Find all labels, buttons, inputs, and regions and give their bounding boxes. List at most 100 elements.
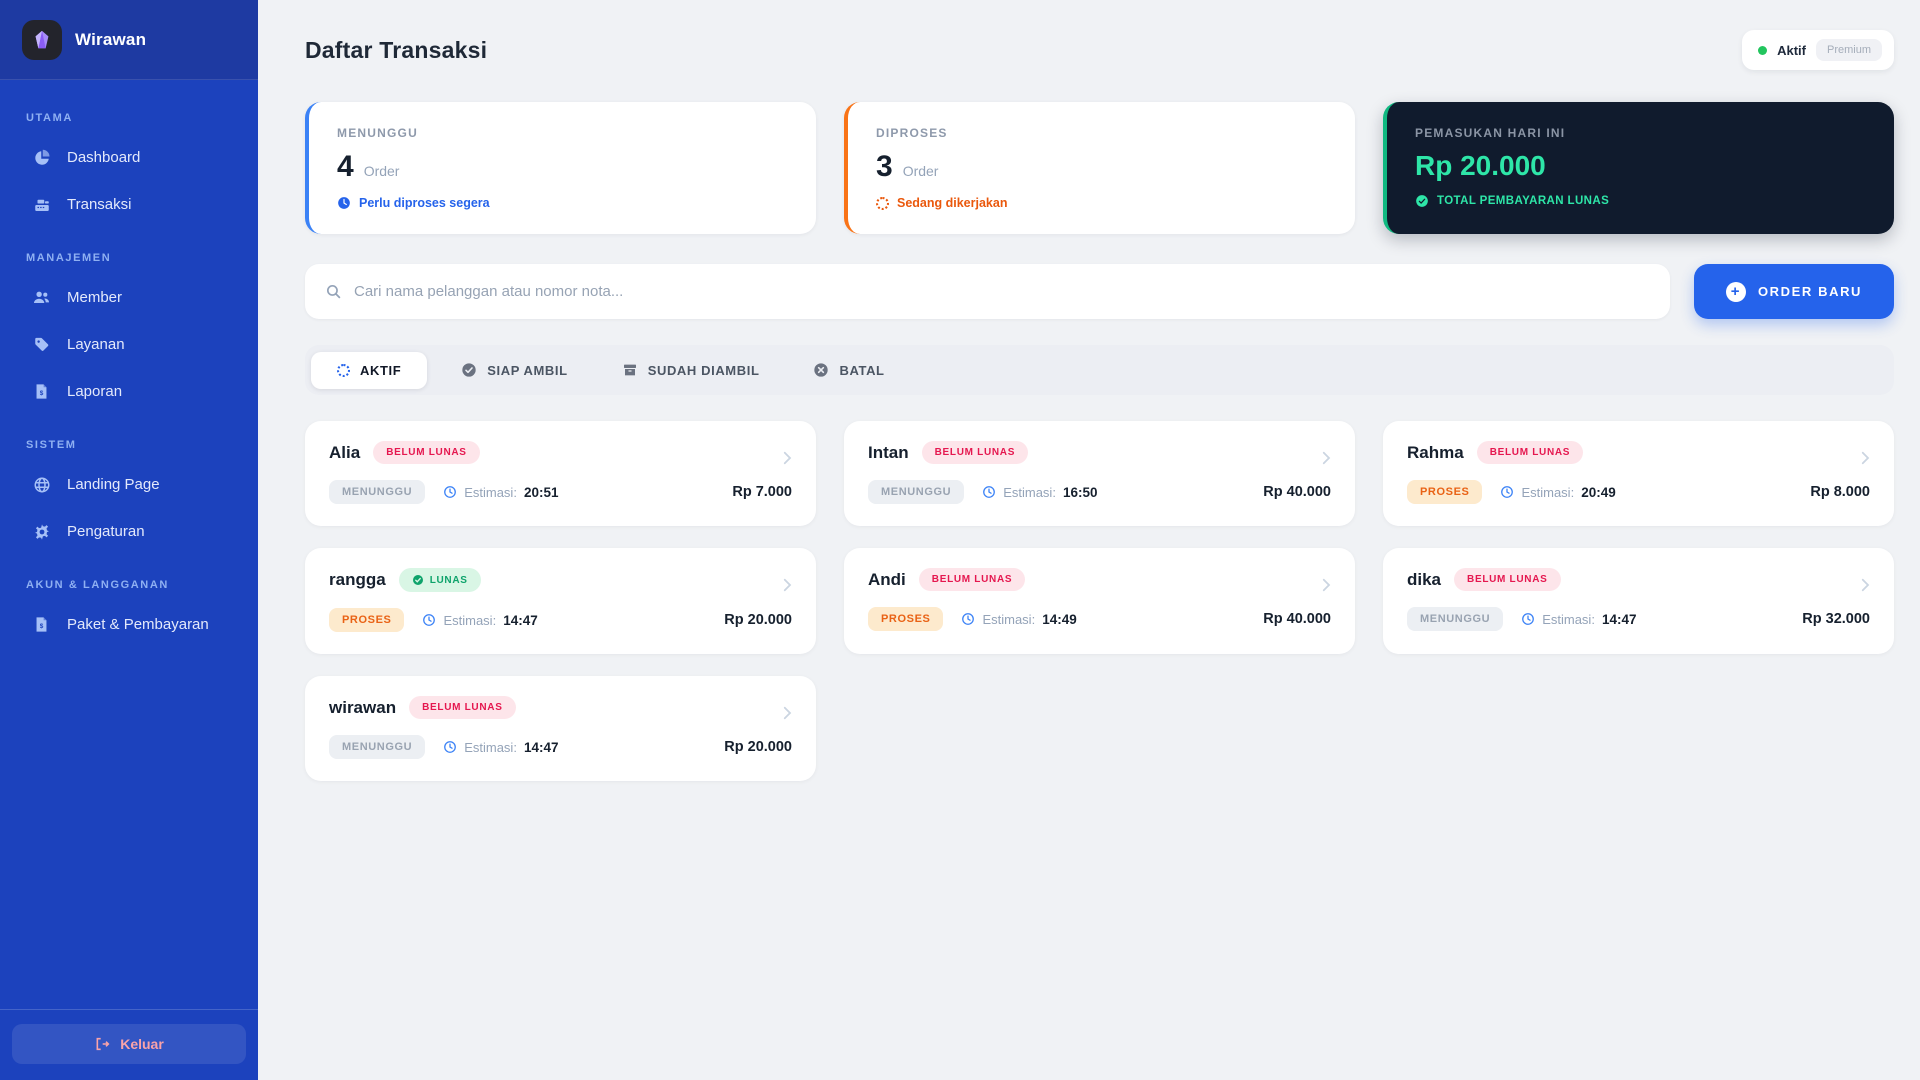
page-title: Daftar Transaksi	[305, 36, 488, 63]
payment-label: BELUM LUNAS	[386, 447, 467, 458]
new-order-button[interactable]: + ORDER BARU	[1694, 264, 1894, 319]
amount: Rp 7.000	[732, 484, 792, 500]
sidebar-item-laporan[interactable]: $ Laporan	[0, 368, 258, 415]
clock-icon	[1521, 612, 1535, 626]
stat-value: 3	[876, 150, 893, 183]
transaction-card[interactable]: rangga LUNAS PROSES Estimasi: 14:47 Rp 2…	[305, 548, 816, 654]
transaction-card[interactable]: Rahma BELUM LUNAS PROSES Estimasi: 20:49…	[1383, 421, 1894, 526]
stat-note-text: TOTAL PEMBAYARAN LUNAS	[1437, 195, 1610, 207]
receipt-icon: $	[32, 382, 51, 401]
svg-text:$: $	[40, 390, 44, 397]
search-input[interactable]	[354, 283, 1650, 300]
transaction-card[interactable]: dika BELUM LUNAS MENUNGGU Estimasi: 14:4…	[1383, 548, 1894, 654]
sidebar: Wirawan UTAMA Dashboard Transaksi MANAJE…	[0, 0, 258, 1080]
transaction-grid: Alia BELUM LUNAS MENUNGGU Estimasi: 20:5…	[305, 421, 1894, 781]
spinner-icon	[337, 363, 350, 377]
payment-badge: BELUM LUNAS	[1476, 441, 1584, 464]
sidebar-item-landing-page[interactable]: Landing Page	[0, 461, 258, 508]
stat-unit: Order	[902, 163, 939, 179]
transaction-card[interactable]: Alia BELUM LUNAS MENUNGGU Estimasi: 20:5…	[305, 421, 816, 526]
stat-card-diproses: DIPROSES 3 Order Sedang dikerjakan	[844, 102, 1355, 234]
logout-label: Keluar	[120, 1036, 164, 1052]
estimasi-time: 14:47	[1601, 611, 1637, 627]
sidebar-item-label: Landing Page	[67, 476, 160, 493]
estimasi-time: 14:47	[503, 612, 538, 628]
sidebar-item-pengaturan[interactable]: Pengaturan	[0, 508, 258, 555]
brand-header: Wirawan	[0, 0, 258, 80]
customer-name: Rahma	[1407, 442, 1464, 462]
amount: Rp 20.000	[724, 739, 792, 755]
status-chip: PROSES	[1407, 480, 1483, 504]
customer-name: Andi	[868, 569, 906, 589]
tab-batal[interactable]: BATAL	[793, 351, 904, 389]
sidebar-item-label: Layanan	[67, 336, 125, 353]
amount: Rp 20.000	[724, 612, 792, 628]
estimasi-time: 20:49	[1581, 484, 1616, 500]
sidebar-item-paket-pembayaran[interactable]: $ Paket & Pembayaran	[0, 601, 258, 648]
spinner-icon	[876, 196, 889, 210]
status-chip: MENUNGGU	[868, 480, 965, 504]
status-chip: MENUNGGU	[329, 735, 426, 759]
stat-card-pemasukan: PEMASUKAN HARI INI Rp 20.000 TOTAL PEMBA…	[1383, 102, 1894, 234]
stat-value: 4	[337, 150, 354, 183]
tab-label: SIAP AMBIL	[487, 362, 568, 378]
search-row: + ORDER BARU	[305, 264, 1894, 319]
stat-note-text: Perlu diproses segera	[359, 196, 490, 210]
chevron-right-icon	[1317, 449, 1335, 467]
payment-label: BELUM LUNAS	[931, 574, 1013, 585]
clock-icon	[443, 485, 457, 499]
estimasi-time: 20:51	[523, 484, 559, 500]
logout-button[interactable]: Keluar	[12, 1024, 246, 1064]
payment-badge: BELUM LUNAS	[918, 568, 1026, 591]
chevron-right-icon	[778, 576, 796, 594]
estimasi-time: 16:50	[1062, 484, 1098, 500]
sidebar-item-label: Paket & Pembayaran	[67, 616, 209, 633]
amount: Rp 32.000	[1802, 611, 1870, 627]
sidebar-item-dashboard[interactable]: Dashboard	[0, 134, 258, 181]
status-chip: MENUNGGU	[329, 480, 426, 504]
search-icon	[325, 283, 342, 300]
plus-circle-icon: +	[1725, 281, 1746, 302]
account-status-badge: Aktif Premium	[1742, 30, 1894, 70]
payment-badge: BELUM LUNAS	[1454, 568, 1561, 591]
tab-sudah-diambil[interactable]: SUDAH DIAMBIL	[602, 351, 780, 389]
payment-badge: BELUM LUNAS	[409, 696, 516, 719]
tab-label: SUDAH DIAMBIL	[647, 362, 760, 378]
box-icon	[622, 362, 638, 378]
clock-icon	[422, 613, 436, 627]
sidebar-item-label: Laporan	[67, 383, 123, 400]
logout-icon	[94, 1036, 110, 1052]
search-box[interactable]	[305, 264, 1670, 319]
chevron-right-icon	[1856, 576, 1874, 594]
stat-card-menunggu: MENUNGGU 4 Order Perlu diproses segera	[305, 102, 816, 234]
transaction-card[interactable]: wirawan BELUM LUNAS MENUNGGU Estimasi: 1…	[305, 676, 816, 781]
svg-text:$: $	[40, 623, 44, 630]
clock-icon	[1500, 485, 1514, 499]
transaction-card[interactable]: Intan BELUM LUNAS MENUNGGU Estimasi: 16:…	[844, 421, 1355, 526]
x-circle-icon	[813, 362, 829, 378]
estimasi-time: 14:49	[1042, 611, 1077, 627]
chevron-right-icon	[1317, 576, 1335, 594]
payment-label: LUNAS	[429, 574, 468, 586]
sidebar-item-layanan[interactable]: Layanan	[0, 321, 258, 368]
check-circle-icon	[461, 362, 477, 378]
receipt-icon: $	[32, 615, 51, 634]
clock-icon	[982, 485, 996, 499]
cash-register-icon	[32, 195, 51, 214]
sidebar-item-label: Pengaturan	[67, 523, 145, 540]
chevron-right-icon	[778, 704, 796, 722]
sidebar-nav: UTAMA Dashboard Transaksi MANAJEMEN Memb…	[0, 80, 258, 1009]
sidebar-item-transaksi[interactable]: Transaksi	[0, 181, 258, 228]
transaction-card[interactable]: Andi BELUM LUNAS PROSES Estimasi: 14:49 …	[844, 548, 1355, 654]
amount: Rp 40.000	[1263, 611, 1331, 627]
customer-name: wirawan	[329, 697, 397, 717]
tab-siap-ambil[interactable]: SIAP AMBIL	[441, 351, 587, 389]
clock-icon	[961, 612, 975, 626]
customer-name: dika	[1407, 569, 1442, 589]
tags-icon	[32, 335, 51, 354]
estimasi-label: Estimasi:	[464, 739, 517, 755]
amount: Rp 8.000	[1810, 484, 1870, 500]
sidebar-item-member[interactable]: Member	[0, 274, 258, 321]
payment-label: BELUM LUNAS	[1489, 447, 1571, 458]
tab-aktif[interactable]: AKTIF	[311, 351, 428, 389]
